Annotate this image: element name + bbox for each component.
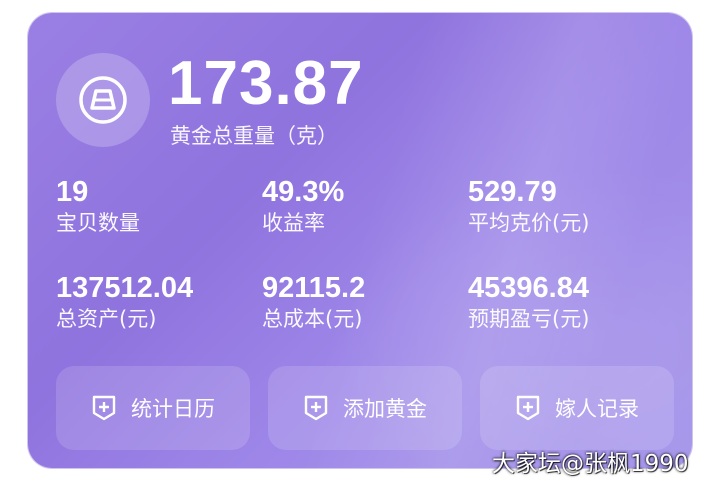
stat-value: 529.79 [468,176,557,208]
marriage-record-button[interactable]: 嫁人记录 [480,366,674,450]
button-label: 统计日历 [131,397,215,421]
add-box-icon [516,395,540,421]
stat-value: 45396.84 [468,272,589,304]
watermark-text: 大家坛@张枫1990 [492,451,689,477]
button-label: 添加黄金 [343,397,427,421]
gold-summary-card: 173.87 黄金总重量（克） 19 宝贝数量 49.3% 收益率 529.79… [28,13,692,468]
stat-value: 137512.04 [56,272,194,304]
button-label: 嫁人记录 [555,397,639,421]
add-box-icon [92,395,116,421]
stat-label: 总资产(元) [56,307,157,331]
add-gold-button[interactable]: 添加黄金 [268,366,462,450]
stat-value: 19 [56,176,89,208]
stat-label: 宝贝数量 [56,211,140,235]
stat-total-cost: 92115.2 总成本(元) [262,271,365,333]
stat-value: 92115.2 [262,272,366,304]
add-box-icon [304,395,328,421]
gold-icon-badge [56,53,150,147]
stat-value: 49.3% [262,176,345,208]
stat-expected-profit: 45396.84 预期盈亏(元) [468,271,589,333]
stat-label: 收益率 [262,211,325,235]
stat-label: 预期盈亏(元) [468,307,590,331]
total-weight-value: 173.87 [168,49,364,118]
stat-label: 平均克价(元) [468,211,590,235]
stat-avg-price: 529.79 平均克价(元) [468,175,589,237]
gold-bar-icon [79,76,127,124]
stat-total-assets: 137512.04 总资产(元) [56,271,193,333]
stat-label: 总成本(元) [262,307,363,331]
total-weight-label: 黄金总重量（克） [170,124,338,148]
stat-item-count: 19 宝贝数量 [56,175,140,237]
stat-return-rate: 49.3% 收益率 [262,175,344,237]
stats-calendar-button[interactable]: 统计日历 [56,366,250,450]
